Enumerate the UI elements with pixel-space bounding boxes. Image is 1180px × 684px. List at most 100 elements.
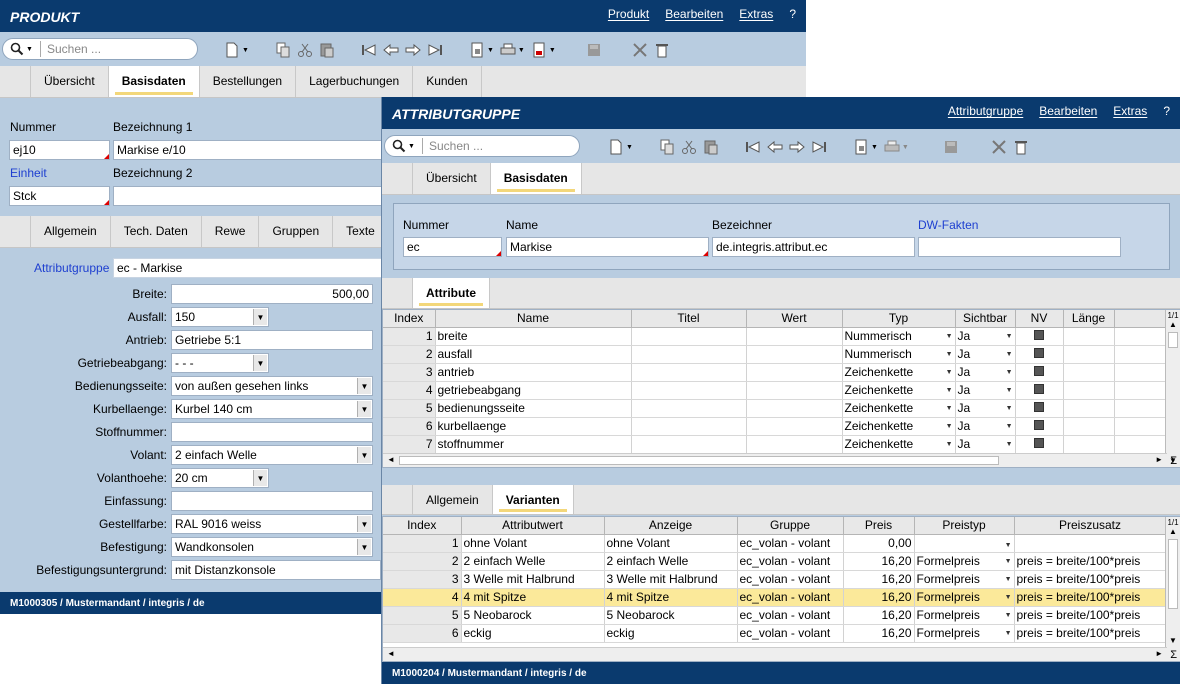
dw-fakten-link[interactable]: DW-Fakten (918, 218, 978, 232)
attribute-input[interactable] (171, 422, 373, 442)
nv-checkbox-cell[interactable] (1015, 435, 1064, 454)
table-row[interactable]: 5 bedienungsseite Zeichenkette ▼ Ja ▼ (383, 399, 1167, 418)
tab-kunden[interactable]: Kunden (413, 66, 482, 97)
sichtbar-select[interactable]: Ja ▼ (955, 435, 1016, 454)
last-record-icon[interactable] (427, 42, 443, 58)
column-header[interactable]: Index (383, 517, 462, 535)
table-row[interactable]: 4 4 mit Spitze 4 mit Spitze ec_volan - vola… (383, 588, 1167, 607)
titel-cell[interactable] (631, 399, 747, 418)
nummer-field[interactable]: ec (403, 237, 502, 257)
preiszusatz-cell[interactable]: preis = breite/100*preis (1014, 606, 1167, 625)
table-row[interactable]: 5 5 Neobarock 5 Neobarock ec_volan - volant… (383, 606, 1167, 625)
preistyp-select[interactable]: Formelpreis ▼ (914, 606, 1015, 625)
menu-attributgruppe[interactable]: Attributgruppe (948, 104, 1023, 118)
delete-icon[interactable] (654, 42, 670, 58)
laenge-cell[interactable] (1063, 381, 1115, 400)
scroll-thumb[interactable] (1168, 539, 1178, 609)
attribute-select[interactable]: 2 einfach Welle ▼ (171, 445, 373, 465)
tab-allgemein[interactable]: Allgemein (30, 216, 111, 247)
column-header[interactable]: Typ (842, 310, 956, 328)
cancel-icon[interactable] (991, 139, 1007, 155)
typ-select[interactable]: Zeichenkette ▼ (842, 417, 956, 436)
varianten-vertical-scrollbar[interactable]: 1/1 ▲ ▼ (1165, 517, 1180, 661)
nv-checkbox-cell[interactable] (1015, 399, 1064, 418)
attribute-input[interactable]: Getriebe 5:1 (171, 330, 373, 350)
report-icon[interactable] (469, 42, 485, 58)
titel-cell[interactable] (631, 435, 747, 454)
name-cell[interactable]: bedienungsseite (435, 399, 632, 418)
tab-uebersicht[interactable]: Übersicht (30, 66, 109, 97)
cancel-icon[interactable] (632, 42, 648, 58)
menu-help[interactable]: ? (1163, 104, 1170, 118)
scroll-right-icon[interactable]: ► (1155, 649, 1163, 658)
scroll-right-icon[interactable]: ► (1155, 455, 1163, 464)
attributgruppe-field[interactable]: ec - Markise (113, 258, 393, 278)
search-icon[interactable]: ▼ (385, 138, 423, 154)
table-row[interactable]: 2 ausfall Nummerisch ▼ Ja ▼ (383, 345, 1167, 364)
sichtbar-select[interactable]: Ja ▼ (955, 381, 1016, 400)
column-header[interactable]: Preistyp (914, 517, 1015, 535)
titel-cell[interactable] (631, 363, 747, 382)
new-document-icon[interactable] (224, 42, 240, 58)
wert-cell[interactable] (746, 345, 843, 364)
chevron-down-icon[interactable]: ▼ (253, 470, 267, 486)
attribute-input[interactable] (171, 491, 373, 511)
column-header[interactable]: Länge (1063, 310, 1115, 328)
sum-icon[interactable]: Σ (1170, 649, 1177, 661)
paste-icon[interactable] (703, 139, 719, 155)
chevron-down-icon[interactable]: ▼ (946, 441, 953, 448)
nv-checkbox-cell[interactable] (1015, 381, 1064, 400)
attribute-select[interactable]: Wandkonsolen ▼ (171, 537, 373, 557)
laenge-cell[interactable] (1063, 345, 1115, 364)
nv-checkbox[interactable] (1034, 384, 1044, 394)
attributwert-cell[interactable]: 2 einfach Welle (461, 552, 605, 571)
tab-lagerbuchungen[interactable]: Lagerbuchungen (296, 66, 414, 97)
anzeige-cell[interactable]: ohne Volant (604, 534, 738, 553)
scroll-left-icon[interactable]: ◄ (387, 455, 395, 464)
einheit-field[interactable]: Stck (9, 186, 110, 206)
chevron-down-icon[interactable]: ▼ (946, 387, 953, 394)
chevron-down-icon[interactable]: ▼ (1006, 369, 1013, 376)
einheit-link[interactable]: Einheit (10, 166, 47, 180)
typ-select[interactable]: Nummerisch ▼ (842, 327, 956, 346)
nv-checkbox-cell[interactable] (1015, 327, 1064, 346)
next-record-icon[interactable] (789, 139, 805, 155)
sum-icon[interactable]: Σ (1170, 455, 1177, 467)
attributwert-cell[interactable]: eckig (461, 624, 605, 643)
last-record-icon[interactable] (811, 139, 827, 155)
previous-record-icon[interactable] (767, 139, 783, 155)
cut-icon[interactable] (297, 42, 313, 58)
titel-cell[interactable] (631, 417, 747, 436)
menu-bearbeiten[interactable]: Bearbeiten (1039, 104, 1097, 118)
print-icon[interactable] (500, 42, 516, 58)
column-header[interactable]: Wert (746, 310, 843, 328)
report-icon[interactable] (853, 139, 869, 155)
tab-allgemein[interactable]: Allgemein (412, 485, 493, 514)
sichtbar-select[interactable]: Ja ▼ (955, 327, 1016, 346)
nv-checkbox[interactable] (1034, 330, 1044, 340)
sichtbar-select[interactable]: Ja ▼ (955, 417, 1016, 436)
attributwert-cell[interactable]: 3 Welle mit Halbrund (461, 570, 605, 589)
save-icon[interactable] (943, 139, 959, 155)
column-header[interactable]: Name (435, 310, 632, 328)
copy-icon[interactable] (275, 42, 291, 58)
wert-cell[interactable] (746, 435, 843, 454)
titel-cell[interactable] (631, 381, 747, 400)
attribute-select[interactable]: 20 cm ▼ (171, 468, 269, 488)
new-document-icon[interactable] (608, 139, 624, 155)
table-row[interactable]: 3 antrieb Zeichenkette ▼ Ja ▼ (383, 363, 1167, 382)
typ-select[interactable]: Zeichenkette ▼ (842, 435, 956, 454)
anzeige-cell[interactable]: 5 Neobarock (604, 606, 738, 625)
copy-icon[interactable] (659, 139, 675, 155)
anzeige-cell[interactable]: eckig (604, 624, 738, 643)
attributwert-cell[interactable]: 5 Neobarock (461, 606, 605, 625)
chevron-down-icon[interactable]: ▼ (253, 309, 267, 325)
nummer-field[interactable]: ej10 (9, 140, 110, 160)
gruppe-cell[interactable]: ec_volan - volant (737, 534, 844, 553)
anzeige-cell[interactable]: 3 Welle mit Halbrund (604, 570, 738, 589)
tab-gruppen[interactable]: Gruppen (259, 216, 334, 247)
menu-help[interactable]: ? (789, 7, 796, 21)
bezeichnung2-field[interactable] (113, 186, 393, 206)
chevron-down-icon[interactable]: ▼ (357, 447, 371, 463)
chevron-down-icon[interactable]: ▼ (253, 355, 267, 371)
